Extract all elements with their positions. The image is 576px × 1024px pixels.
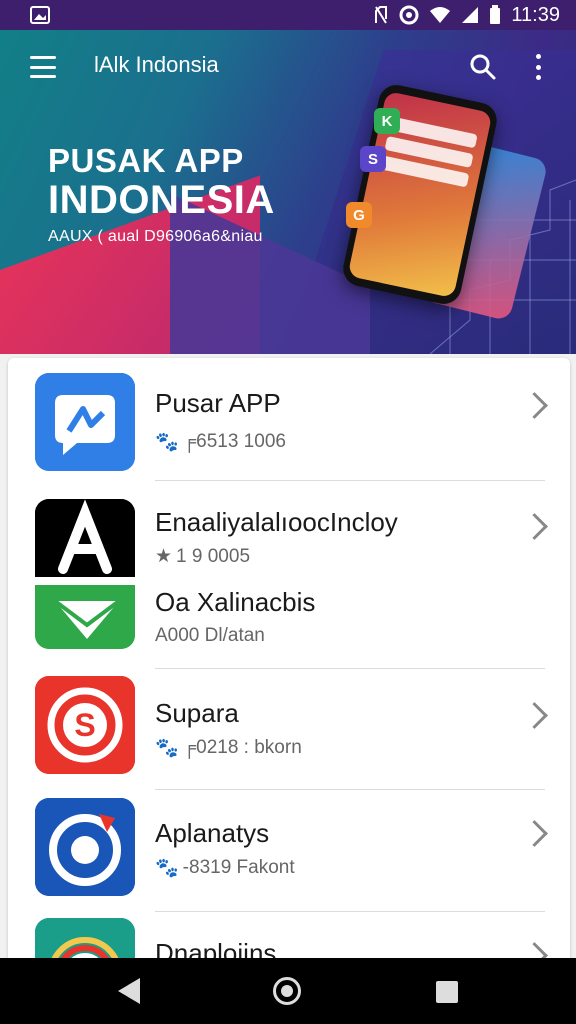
app-meta: A000 Dl/atan — [155, 625, 265, 646]
s-app-icon: S — [35, 676, 135, 774]
star-icon: ★ — [155, 546, 173, 567]
list-item[interactable]: EnaaliyalalıoocIncloy ★ 1 9 0005 — [8, 481, 570, 577]
app-title: Aplanatys — [155, 818, 270, 848]
app-title: lAlk Indonsia — [94, 52, 219, 77]
hero-title-line2: INDONESIA — [48, 178, 275, 222]
app-title: Oa Xalinacbis — [155, 587, 316, 617]
menu-button[interactable] — [30, 56, 56, 78]
battery-icon — [489, 5, 501, 25]
sync-app-icon — [35, 798, 135, 896]
chat-app-icon — [35, 373, 135, 471]
status-time: 11:39 — [511, 3, 560, 26]
svg-text:S: S — [74, 707, 95, 743]
send-app-icon — [35, 585, 135, 649]
list-item[interactable]: Aplanatys 🐾 -8319 Fakont — [8, 790, 570, 912]
chevron-right-icon — [521, 820, 548, 847]
app-title: Pusar APP — [155, 388, 281, 418]
back-icon[interactable] — [118, 978, 140, 1004]
chevron-right-icon — [521, 702, 548, 729]
recents-icon[interactable] — [436, 981, 458, 1003]
list-item[interactable]: Oa Xalinacbis A000 Dl/atan — [8, 577, 570, 669]
chevron-right-icon — [521, 513, 548, 540]
more-options-button[interactable] — [530, 54, 546, 80]
data-saver-icon — [399, 5, 419, 25]
search-icon — [470, 54, 496, 80]
app-meta: ★ 1 9 0005 — [155, 545, 251, 568]
floating-app-icon-1: K — [374, 108, 400, 134]
app-list: Pusar APP 🐾 ╒6513 1006 EnaaliyalalıoocIn… — [8, 358, 570, 978]
home-icon[interactable] — [273, 977, 301, 1005]
chevron-right-icon — [521, 392, 548, 419]
paw-icon: 🐾 — [155, 858, 179, 879]
app-title: EnaaliyalalıoocIncloy — [155, 507, 398, 537]
no-sim-icon — [373, 5, 389, 25]
gallery-icon — [30, 6, 50, 24]
app-title: Supara — [155, 698, 239, 728]
hero-title-line1: PUSAK APP — [48, 142, 244, 179]
app-meta: 🐾 ╒0218 : bkorn — [155, 737, 302, 759]
floating-app-icon-3: G — [346, 202, 372, 228]
list-item[interactable]: Pusar APP 🐾 ╒6513 1006 — [8, 358, 570, 481]
paw-icon: 🐾 — [155, 432, 179, 453]
floating-app-icon-2: S — [360, 146, 386, 172]
status-bar: 11:39 — [0, 0, 576, 30]
search-button[interactable] — [468, 52, 498, 82]
wifi-icon — [429, 6, 451, 24]
app-meta: 🐾 ╒6513 1006 — [155, 431, 286, 453]
list-item[interactable]: S Supara 🐾 ╒0218 : bkorn — [8, 670, 570, 790]
signal-icon — [461, 6, 479, 24]
paw-icon: 🐾 — [155, 738, 179, 759]
app-meta: 🐾 -8319 Fakont — [155, 857, 295, 879]
hero-subtitle: AAUX ( aual D96906a6&niau — [48, 228, 263, 245]
letter-a-app-icon — [35, 499, 135, 577]
